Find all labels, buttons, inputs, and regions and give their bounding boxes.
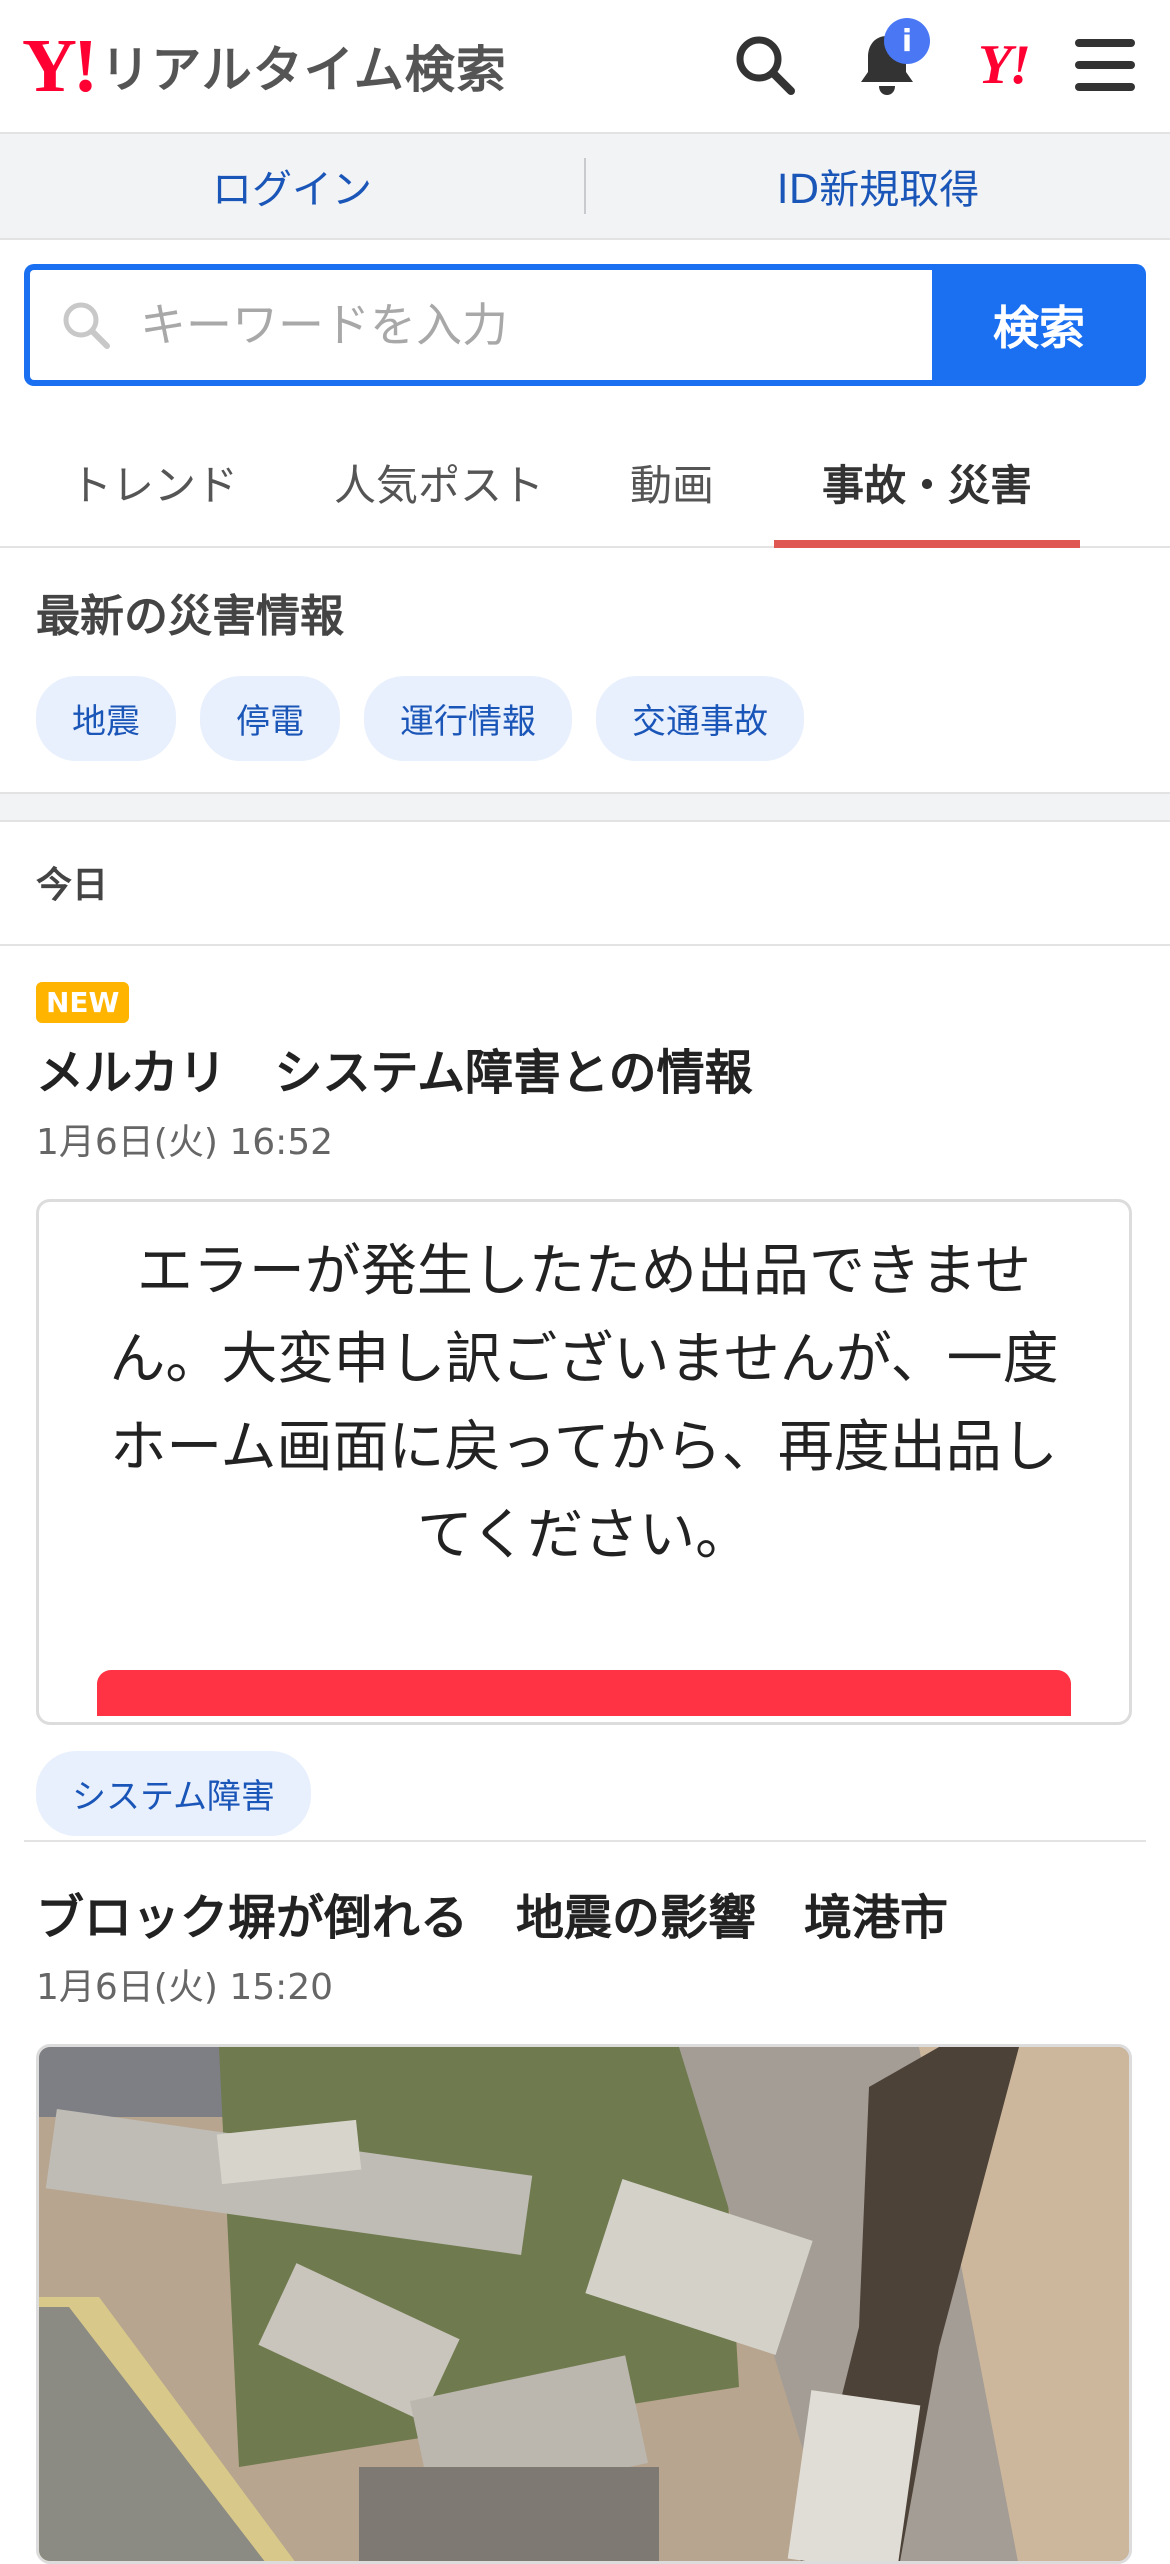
chip-traffic-accident[interactable]: 交通事故 <box>596 676 804 761</box>
app-header: Y! リアルタイム検索 i Y! <box>0 0 1170 134</box>
tab-videos[interactable]: 動画 <box>570 418 774 546</box>
section-gap <box>0 792 1170 822</box>
chip-service-info[interactable]: 運行情報 <box>364 676 572 761</box>
date-header: 今日 <box>0 820 1170 946</box>
yahoo-logo-mark: Y! <box>22 24 98 108</box>
menu-icon[interactable] <box>1070 30 1140 100</box>
card-red-button-shape <box>97 1670 1071 1716</box>
disaster-chip-list: 地震 停電 運行情報 交通事故 <box>36 676 1170 761</box>
post-divider <box>24 1840 1146 1842</box>
search-field <box>24 264 932 386</box>
disaster-info-section: 最新の災害情報 地震 停電 運行情報 交通事故 <box>0 548 1170 761</box>
yahoo-realtime-logo[interactable]: Y! リアルタイム検索 <box>22 24 507 108</box>
tab-popular-posts[interactable]: 人気ポスト <box>308 418 570 546</box>
search-button[interactable]: 検索 <box>932 264 1146 386</box>
register-link[interactable]: ID新規取得 <box>586 157 1170 215</box>
login-link[interactable]: ログイン <box>0 157 584 215</box>
error-message-text: エラーが発生したため出品できません。大変申し訳ございませんが、一度ホーム画面に戻… <box>109 1239 1059 1568</box>
post-item[interactable]: ブロック塀が倒れる 地震の影響 境港市 1月6日(火) 15:20 <box>36 1868 1136 2564</box>
post-item[interactable]: NEW メルカリ システム障害との情報 1月6日(火) 16:52 エラーが発生… <box>36 982 1136 1836</box>
chip-power-outage[interactable]: 停電 <box>200 676 340 761</box>
category-tabs: トレンド 人気ポスト 動画 事故・災害 <box>0 418 1170 548</box>
date-label: 今日 <box>36 865 109 906</box>
post-title[interactable]: ブロック塀が倒れる 地震の影響 境港市 <box>36 1878 1136 1948</box>
tab-accidents-disasters[interactable]: 事故・災害 <box>774 418 1080 548</box>
auth-bar: ログイン ID新規取得 <box>0 134 1170 240</box>
collapsed-block-wall-photo[interactable] <box>36 2044 1132 2564</box>
post-image-card[interactable]: エラーが発生したため出品できません。大変申し訳ございませんが、一度ホーム画面に戻… <box>36 1199 1132 1725</box>
post-timestamp: 1月6日(火) 16:52 <box>36 1122 334 1163</box>
tab-trend[interactable]: トレンド <box>0 418 308 546</box>
post-tag[interactable]: システム障害 <box>36 1751 311 1836</box>
yahoo-home-icon[interactable]: Y! <box>968 30 1038 100</box>
search-icon[interactable] <box>730 30 800 100</box>
disaster-section-title: 最新の災害情報 <box>36 591 344 642</box>
notification-bell-icon[interactable]: i <box>852 18 930 100</box>
new-badge: NEW <box>36 982 130 1023</box>
chip-earthquake[interactable]: 地震 <box>36 676 176 761</box>
post-timestamp: 1月6日(火) 15:20 <box>36 1967 334 2008</box>
logo-title: リアルタイム検索 <box>100 41 507 99</box>
search-field-icon <box>60 299 112 351</box>
search-input[interactable] <box>138 297 932 353</box>
notification-badge: i <box>884 18 930 64</box>
post-title[interactable]: メルカリ システム障害との情報 <box>36 1033 1136 1103</box>
yahoo-mini-logo: Y! <box>978 34 1031 96</box>
search-bar: 検索 <box>24 264 1146 386</box>
